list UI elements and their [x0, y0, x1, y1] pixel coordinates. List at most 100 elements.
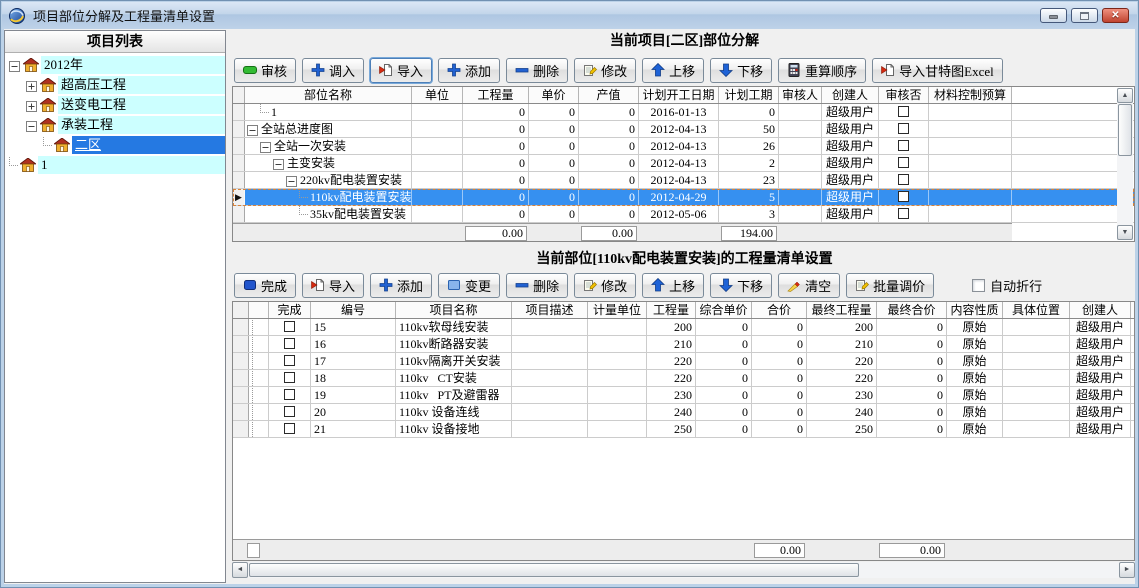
number-cell[interactable]: 20 [311, 404, 396, 420]
duration-cell[interactable]: 2 [719, 155, 779, 171]
duration-cell[interactable]: 26 [719, 138, 779, 154]
final-total-cell[interactable]: 0 [877, 319, 947, 335]
creator-cell[interactable]: 超级用户 [822, 172, 879, 188]
done-cell[interactable] [269, 319, 311, 335]
final-quantity-cell[interactable]: 230 [807, 387, 877, 403]
row-selector[interactable] [233, 172, 245, 188]
total-price-cell[interactable]: 0 [752, 336, 807, 352]
auditor-cell[interactable] [779, 189, 822, 205]
name-cell[interactable]: 110kv配电装置安装 [245, 189, 412, 205]
tree-item-label[interactable]: 送变电工程 [58, 96, 225, 114]
row-selector[interactable] [233, 121, 245, 137]
duration-cell[interactable]: 0 [719, 104, 779, 120]
name-cell[interactable]: 220kv配电装置安装 [245, 172, 412, 188]
duration-cell[interactable]: 23 [719, 172, 779, 188]
audit-button[interactable]: 审核 [234, 58, 296, 83]
unit-price-cell[interactable]: 0 [529, 104, 579, 120]
creator-cell[interactable]: 超级用户 [1070, 370, 1131, 386]
final-quantity-cell[interactable]: 250 [807, 421, 877, 437]
creator-cell[interactable]: 超级用户 [1070, 353, 1131, 369]
total-price-cell[interactable]: 0 [752, 404, 807, 420]
recalc-order-button[interactable]: 重算顺序 [778, 58, 866, 83]
table-row[interactable]: 18110kv CT安装220002200原始超级用户 [233, 370, 1134, 387]
done-checkbox[interactable] [284, 423, 295, 434]
material-budget-cell[interactable] [929, 104, 1012, 120]
total-price-cell[interactable]: 0 [752, 387, 807, 403]
audited-cell[interactable] [879, 206, 929, 222]
table-row[interactable]: 220kv配电装置安装0002012-04-1323超级用户 [233, 172, 1134, 189]
tree-item[interactable]: 1 [5, 155, 225, 175]
number-cell[interactable]: 19 [311, 387, 396, 403]
move-up-button[interactable]: 上移 [642, 273, 704, 298]
quantity-cell[interactable]: 0 [463, 121, 529, 137]
material-budget-cell[interactable] [929, 155, 1012, 171]
unit-price-cell[interactable]: 0 [529, 206, 579, 222]
unit-cell[interactable] [412, 121, 463, 137]
unit-cell[interactable] [412, 206, 463, 222]
expand-icon[interactable] [26, 80, 37, 91]
import-button[interactable]: 导入 [302, 273, 364, 298]
import-gantt-button[interactable]: 导入甘特图Excel [872, 58, 1003, 83]
measure-unit-cell[interactable] [588, 370, 647, 386]
final-quantity-cell[interactable]: 240 [807, 404, 877, 420]
name-cell[interactable]: 全站总进度图 [245, 121, 412, 137]
final-total-cell[interactable]: 0 [877, 421, 947, 437]
tree-item-label[interactable]: 1 [38, 156, 225, 174]
nature-cell[interactable]: 原始 [947, 353, 1003, 369]
row-selector[interactable] [233, 104, 245, 120]
add-button[interactable]: 添加 [370, 273, 432, 298]
site-cell[interactable] [1131, 387, 1135, 403]
quantity-cell[interactable]: 210 [647, 336, 696, 352]
tree-item[interactable]: 承装工程 [5, 115, 225, 135]
table-row[interactable]: 16110kv断路器安装210002100原始超级用户 [233, 336, 1134, 353]
audited-checkbox[interactable] [898, 123, 909, 134]
quantity-cell[interactable]: 0 [463, 104, 529, 120]
item-desc-cell[interactable] [512, 387, 588, 403]
location-cell[interactable] [1003, 336, 1070, 352]
done-cell[interactable] [269, 387, 311, 403]
location-cell[interactable] [1003, 353, 1070, 369]
delete-button[interactable]: 删除 [506, 58, 568, 83]
move-down-button[interactable]: 下移 [710, 58, 772, 83]
collapse-icon[interactable] [9, 60, 20, 71]
minimize-button[interactable] [1040, 8, 1067, 23]
item-desc-cell[interactable] [512, 370, 588, 386]
start-date-cell[interactable]: 2012-04-13 [639, 155, 719, 171]
quantity-cell[interactable]: 220 [647, 370, 696, 386]
collapse-icon[interactable] [286, 175, 297, 186]
material-budget-cell[interactable] [929, 121, 1012, 137]
item-name-cell[interactable]: 110kv 设备连线 [396, 404, 512, 420]
modify-button[interactable]: 修改 [574, 273, 636, 298]
auditor-cell[interactable] [779, 206, 822, 222]
unit-cell[interactable] [412, 155, 463, 171]
location-cell[interactable] [1003, 387, 1070, 403]
start-date-cell[interactable]: 2016-01-13 [639, 104, 719, 120]
table-row[interactable]: 21110kv 设备接地250002500原始超级用户 [233, 421, 1134, 438]
item-desc-cell[interactable] [512, 353, 588, 369]
row-selector[interactable] [233, 421, 249, 437]
table-row[interactable]: 35kv配电装置安装0002012-05-063超级用户 [233, 206, 1134, 223]
site-cell[interactable] [1131, 404, 1135, 420]
tree-item[interactable]: 二区 [5, 135, 225, 155]
expand-icon[interactable] [26, 100, 37, 111]
final-quantity-cell[interactable]: 220 [807, 353, 877, 369]
name-cell[interactable]: 主变安装 [245, 155, 412, 171]
measure-unit-cell[interactable] [588, 404, 647, 420]
output-value-cell[interactable]: 0 [579, 121, 639, 137]
item-name-cell[interactable]: 110kv隔离开关安装 [396, 353, 512, 369]
table-row[interactable]: 10002016-01-130超级用户 [233, 104, 1134, 121]
quantity-cell[interactable]: 0 [463, 172, 529, 188]
creator-cell[interactable]: 超级用户 [1070, 336, 1131, 352]
audited-checkbox[interactable] [898, 157, 909, 168]
total-price-cell[interactable]: 0 [752, 370, 807, 386]
final-total-cell[interactable]: 0 [877, 404, 947, 420]
unit-cell[interactable] [412, 138, 463, 154]
add-button[interactable]: 添加 [438, 58, 500, 83]
audited-cell[interactable] [879, 172, 929, 188]
start-date-cell[interactable]: 2012-04-13 [639, 172, 719, 188]
tree-item[interactable]: 2012年 [5, 55, 225, 75]
item-name-cell[interactable]: 110kv断路器安装 [396, 336, 512, 352]
creator-cell[interactable]: 超级用户 [1070, 319, 1131, 335]
audited-cell[interactable] [879, 104, 929, 120]
unit-price-cell[interactable]: 0 [529, 172, 579, 188]
